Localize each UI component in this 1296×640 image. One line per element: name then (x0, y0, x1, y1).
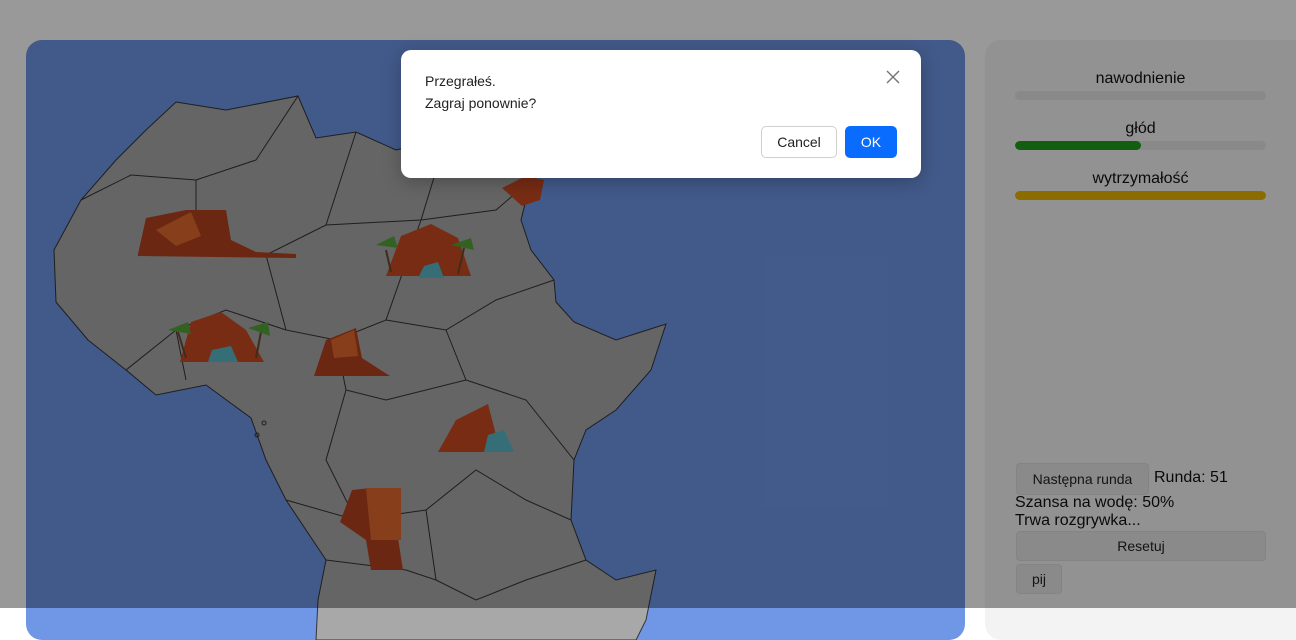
dialog-message-line2: Zagraj ponownie? (425, 95, 537, 111)
close-icon[interactable] (884, 68, 902, 86)
cancel-button[interactable]: Cancel (761, 126, 837, 158)
dialog-message-line1: Przegrałeś. (425, 73, 496, 89)
confirm-dialog: Przegrałeś. Zagraj ponownie? Cancel OK (401, 50, 921, 178)
ok-button[interactable]: OK (845, 126, 897, 158)
